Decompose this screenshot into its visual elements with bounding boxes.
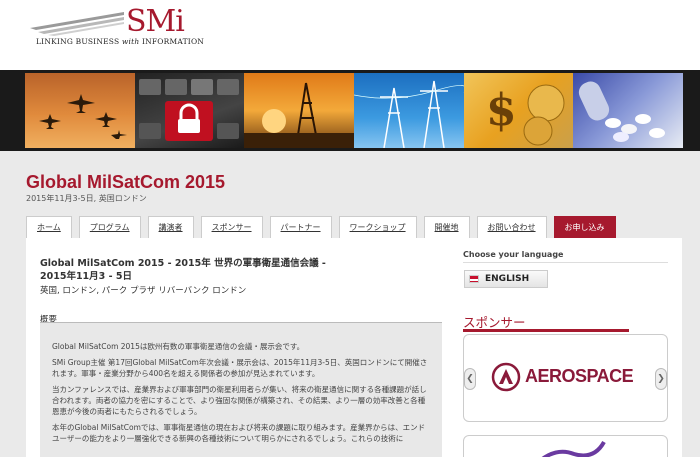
page-title: Global MilSatCom 2015: [26, 172, 226, 192]
overview-paragraph: 本年のGlobal MilSatComでは、軍事衛星通信の現在および将来の課題に…: [52, 423, 426, 443]
tab-home[interactable]: ホーム: [26, 216, 72, 238]
banner-oil-rig-image: [244, 73, 355, 148]
tab-register[interactable]: お申し込み: [553, 216, 616, 238]
overview-paragraph: Global MilSatCom 2015は欧州有数の軍事衛星通信の会議・展示会…: [52, 342, 305, 351]
swoosh-logo-icon: [30, 12, 124, 36]
tab-contact[interactable]: お問い合わせ: [476, 216, 547, 238]
overview-description: Global MilSatCom 2015は欧州有数の軍事衛星通信の会議・展示会…: [40, 322, 442, 457]
banner-keyboard-lock-image: [134, 73, 245, 148]
sponsor-card-next[interactable]: [463, 435, 668, 457]
uk-flag-icon: [469, 275, 479, 283]
banner-jets-image: [25, 73, 135, 148]
sponsors-heading-underline: [463, 329, 629, 332]
language-label: Choose your language: [463, 250, 564, 259]
english-language-label: ENGLISH: [485, 274, 530, 284]
event-title: Global MilSatCom 2015 - 2015年 世界の軍事衛星通信会…: [40, 258, 326, 282]
hero-banner: $: [0, 70, 700, 151]
carousel-prev-icon[interactable]: ❮: [464, 368, 476, 390]
main-nav-tabs: ホーム プログラム 講演者 スポンサー パートナー ワークショップ 開催地 お問…: [26, 216, 616, 238]
smi-logo[interactable]: SMi LINKING BUSINESS with INFORMATION: [28, 4, 204, 54]
banner-power-lines-image: [354, 73, 464, 148]
tab-workshops[interactable]: ワークショップ: [338, 216, 417, 238]
logo-brand: SMi: [126, 4, 185, 39]
page-subtitle: 2015年11月3-5日, 英国ロンドン: [26, 194, 147, 203]
banner-pills-image: [573, 73, 684, 148]
overview-paragraph: SMi Group主催 第17回Global MilSatCom年次会議・展示会…: [52, 358, 428, 378]
carousel-next-icon[interactable]: ❯: [655, 368, 667, 390]
tab-partners[interactable]: パートナー: [269, 216, 332, 238]
tab-sponsors[interactable]: スポンサー: [200, 216, 263, 238]
overview-paragraph: 当カンファレンスでは、産業界および軍事部門の衛星利用者らが集い、将来の衛星通信に…: [52, 385, 427, 416]
language-divider: [463, 262, 668, 263]
tab-speakers[interactable]: 講演者: [147, 216, 194, 238]
logo-tagline: LINKING BUSINESS with INFORMATION: [36, 37, 205, 46]
banner-image-strip: $: [25, 73, 684, 148]
tab-program[interactable]: プログラム: [78, 216, 141, 238]
banner-dollar-image: $: [463, 73, 574, 148]
aerospace-logo-icon: [491, 362, 521, 392]
svg-text:$: $: [486, 85, 517, 136]
event-location: 英国, ロンドン, パーク プラザ リバーバンク ロンドン: [40, 286, 247, 296]
english-language-button[interactable]: ENGLISH: [464, 270, 548, 288]
site-header: SMi LINKING BUSINESS with INFORMATION: [0, 0, 700, 70]
sponsor-aerospace-name[interactable]: AEROSPACE: [525, 366, 634, 387]
tab-venue[interactable]: 開催地: [423, 216, 470, 238]
